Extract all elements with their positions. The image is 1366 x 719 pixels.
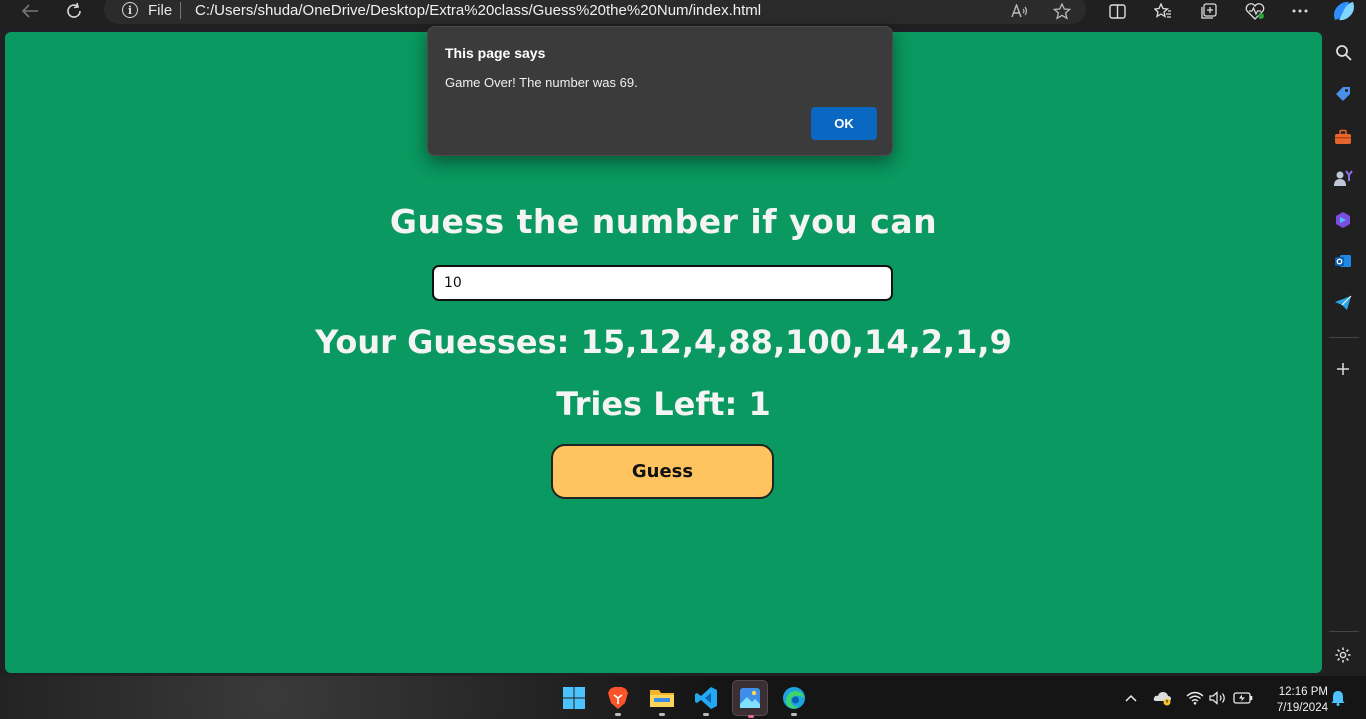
more-options-icon[interactable] bbox=[1287, 0, 1313, 22]
outlook-icon[interactable] bbox=[1330, 248, 1356, 274]
active-indicator bbox=[748, 715, 754, 718]
tools-toolbox-icon[interactable] bbox=[1330, 124, 1356, 150]
guess-input[interactable] bbox=[432, 265, 893, 301]
browser-toolbar: i File C:/Users/shuda/OneDrive/Desktop/E… bbox=[0, 0, 1366, 28]
file-explorer-icon[interactable] bbox=[647, 683, 677, 716]
browser-essentials-icon[interactable] bbox=[1242, 0, 1268, 22]
vscode-icon[interactable] bbox=[691, 683, 721, 716]
dialog-ok-button[interactable]: OK bbox=[811, 107, 877, 140]
game-heading: Guess the number if you can bbox=[389, 202, 938, 241]
collections-icon[interactable] bbox=[1196, 0, 1222, 22]
running-indicator bbox=[791, 713, 797, 716]
running-indicator bbox=[615, 713, 621, 716]
dialog-message: Game Over! The number was 69. bbox=[445, 75, 638, 90]
battery-charging-icon[interactable] bbox=[1233, 689, 1253, 707]
copilot-sidebar-icon[interactable] bbox=[1330, 207, 1356, 233]
address-url[interactable]: C:/Users/shuda/OneDrive/Desktop/Extra%20… bbox=[195, 2, 761, 19]
read-aloud-icon[interactable] bbox=[1007, 0, 1033, 22]
windows-start-icon[interactable] bbox=[559, 683, 589, 713]
copilot-icon[interactable] bbox=[1329, 0, 1359, 22]
brave-browser-icon[interactable] bbox=[603, 683, 633, 716]
back-arrow-icon[interactable] bbox=[16, 0, 44, 22]
address-separator bbox=[180, 2, 181, 19]
settings-gear-icon[interactable] bbox=[1330, 642, 1356, 668]
tries-left: Tries Left: 1 bbox=[556, 385, 771, 423]
guess-button[interactable]: Guess bbox=[551, 444, 774, 499]
address-file-label: File bbox=[148, 2, 173, 19]
refresh-icon[interactable] bbox=[60, 0, 88, 22]
sidebar-divider bbox=[1329, 337, 1359, 338]
notification-bell-icon[interactable] bbox=[1330, 689, 1346, 707]
site-info-icon[interactable]: i bbox=[122, 2, 138, 18]
dialog-title: This page says bbox=[445, 45, 546, 61]
edge-sidebar bbox=[1322, 28, 1366, 676]
alert-dialog: This page says Game Over! The number was… bbox=[427, 26, 893, 156]
games-icon[interactable] bbox=[1330, 165, 1356, 191]
windows-taskbar: 12:16 PM 7/19/2024 bbox=[0, 676, 1366, 719]
wifi-icon[interactable] bbox=[1186, 689, 1204, 707]
add-plus-icon[interactable] bbox=[1330, 356, 1356, 382]
running-indicator bbox=[659, 713, 665, 716]
clock-time: 12:16 PM bbox=[1278, 686, 1328, 698]
send-telegram-icon[interactable] bbox=[1330, 290, 1356, 316]
onedrive-warning-icon[interactable] bbox=[1153, 689, 1173, 707]
edge-browser-icon[interactable] bbox=[779, 683, 809, 716]
system-clock[interactable]: 12:16 PM 7/19/2024 bbox=[1262, 684, 1328, 716]
split-screen-icon[interactable] bbox=[1104, 0, 1130, 22]
sidebar-divider-bottom bbox=[1329, 631, 1359, 632]
favorites-icon[interactable] bbox=[1150, 0, 1176, 22]
favorite-star-icon[interactable] bbox=[1049, 0, 1075, 22]
show-hidden-icons-chevron-icon[interactable] bbox=[1124, 689, 1138, 707]
shopping-tag-icon[interactable] bbox=[1330, 81, 1356, 107]
photos-app-icon[interactable] bbox=[732, 680, 768, 718]
previous-guesses: Your Guesses: 15,12,4,88,100,14,2,1,9 bbox=[315, 323, 1012, 361]
running-indicator bbox=[703, 713, 709, 716]
search-icon[interactable] bbox=[1330, 39, 1356, 65]
clock-date: 7/19/2024 bbox=[1276, 702, 1328, 714]
volume-speaker-icon[interactable] bbox=[1209, 689, 1227, 707]
